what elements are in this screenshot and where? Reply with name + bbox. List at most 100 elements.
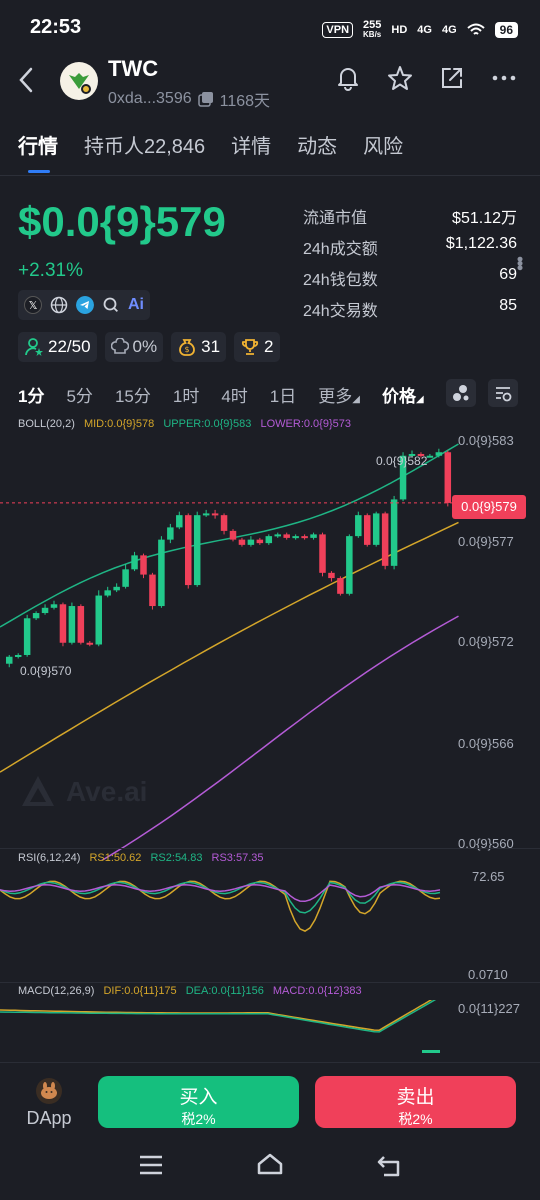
tab-bar: 行情 持币人22,846 详情 动态 风险 (18, 130, 403, 159)
back-nav-icon[interactable] (376, 1154, 404, 1178)
more-icon[interactable] (490, 64, 518, 92)
settings-button[interactable] (488, 379, 518, 407)
candle (14, 654, 22, 657)
interval-5m[interactable]: 5分 (66, 382, 92, 407)
globe-icon[interactable] (50, 296, 68, 314)
candle (185, 515, 192, 586)
interval-4h[interactable]: 4时 (221, 382, 247, 407)
tax-badge[interactable]: 0% (104, 332, 164, 362)
macd-dea-line (0, 1000, 437, 1033)
candle (372, 513, 380, 545)
star-icon[interactable] (386, 64, 414, 92)
candle (68, 606, 76, 643)
token-logo-icon (69, 73, 91, 94)
candle (86, 642, 94, 645)
token-subtitle: 0xda...3596 1168天 (108, 87, 270, 111)
interval-selector: 1分 5分 15分 1时 4时 1日 更多◢ 价格◢ (18, 382, 424, 407)
price-mode-select[interactable]: 价格◢ (382, 382, 424, 407)
money-badge[interactable]: $ 31 (171, 332, 227, 362)
header-actions (334, 64, 518, 92)
candle (426, 455, 434, 458)
candle (256, 539, 264, 544)
interval-1h[interactable]: 1时 (173, 382, 199, 407)
telegram-icon[interactable] (76, 296, 94, 314)
boll-mid-line (0, 521, 459, 773)
x-icon[interactable]: 𝕏 (24, 296, 42, 314)
candle (104, 590, 111, 596)
stat-row: 24h钱包数 69 (303, 266, 517, 289)
candle (319, 534, 326, 573)
dots-icon (453, 385, 469, 401)
ai-icon[interactable]: Ai (128, 296, 144, 314)
stat-row: 流通市值 $51.12万 (303, 210, 517, 227)
candle (310, 534, 317, 538)
candle (59, 604, 67, 643)
candle (265, 536, 273, 544)
copy-icon[interactable] (197, 91, 214, 107)
kebab-icon[interactable]: ••• (509, 256, 530, 269)
clock: 22:53 (30, 16, 82, 38)
stat-row: 24h成交额 $1,122.36 (303, 235, 517, 258)
axis-label: 0.0{9}583 (458, 433, 514, 448)
price-change: +2.31% (18, 260, 83, 281)
search-icon[interactable] (102, 296, 120, 314)
macd-chart[interactable] (0, 1000, 540, 1062)
menu-nav-icon[interactable] (138, 1154, 164, 1176)
status-icons: VPN 255 KB/s HD 4G 4G 96 (322, 20, 518, 40)
current-price-tag: 0.0{9}579 (452, 495, 526, 519)
tab-risk[interactable]: 风险 (363, 130, 403, 159)
boll-lower-line (101, 615, 459, 860)
social-links: 𝕏 Ai (18, 290, 150, 320)
signal-icon-2: 4G (441, 24, 457, 36)
dapp-button[interactable]: DApp (20, 1078, 78, 1129)
interval-1m[interactable]: 1分 (18, 382, 44, 407)
tab-holders[interactable]: 持币人22,846 (84, 130, 205, 159)
divider (0, 848, 540, 849)
market-stats: 流通市值 $51.12万 24h成交额 $1,122.36 24h钱包数 69 24h… (303, 204, 517, 328)
interval-15m[interactable]: 15分 (115, 382, 151, 407)
candle (292, 536, 299, 539)
candle (238, 539, 246, 545)
candle (220, 515, 228, 531)
divider (0, 982, 540, 983)
sell-button[interactable]: 卖出 税2% (315, 1076, 516, 1128)
share-icon[interactable] (438, 64, 466, 92)
signal-icon: 4G (417, 24, 432, 36)
candle (77, 606, 85, 643)
contract-address[interactable]: 0xda...3596 (108, 90, 192, 108)
home-nav-icon[interactable] (256, 1152, 284, 1176)
candle (283, 534, 290, 538)
candle (95, 595, 102, 645)
bell-icon[interactable] (334, 64, 362, 92)
interval-more[interactable]: 更多◢ (318, 382, 360, 407)
buy-button[interactable]: 买入 税2% (98, 1076, 299, 1128)
active-tab-indicator (28, 170, 50, 173)
back-button[interactable] (18, 66, 34, 102)
candle (131, 555, 138, 570)
pancake-icon (36, 1078, 62, 1104)
sell-tax: 税2% (398, 1111, 433, 1127)
buy-label: 买入 (179, 1087, 218, 1108)
user-star-icon (25, 338, 43, 356)
candle (6, 656, 13, 664)
candle (41, 607, 49, 614)
candle (355, 515, 362, 537)
tab-details[interactable]: 详情 (231, 130, 271, 159)
macd-dif-line (0, 1000, 433, 1031)
candle (247, 539, 255, 545)
interval-1d[interactable]: 1日 (270, 382, 296, 407)
tab-activity[interactable]: 动态 (297, 130, 337, 159)
trophy-badge[interactable]: 2 (234, 332, 280, 362)
chevron-left-icon (19, 67, 33, 93)
token-symbol: TWC (108, 56, 159, 81)
candle (149, 574, 156, 607)
indicator-button[interactable] (446, 379, 476, 407)
rsi-chart[interactable] (0, 866, 540, 978)
candle (122, 569, 129, 587)
candle (140, 555, 147, 575)
chef-hat-icon (110, 338, 129, 354)
battery-indicator: 96 (494, 22, 518, 38)
low-marker: 0.0{9}570 (20, 664, 72, 678)
tab-market[interactable]: 行情 (18, 130, 58, 159)
holders-badge[interactable]: 22/50 (18, 332, 97, 362)
